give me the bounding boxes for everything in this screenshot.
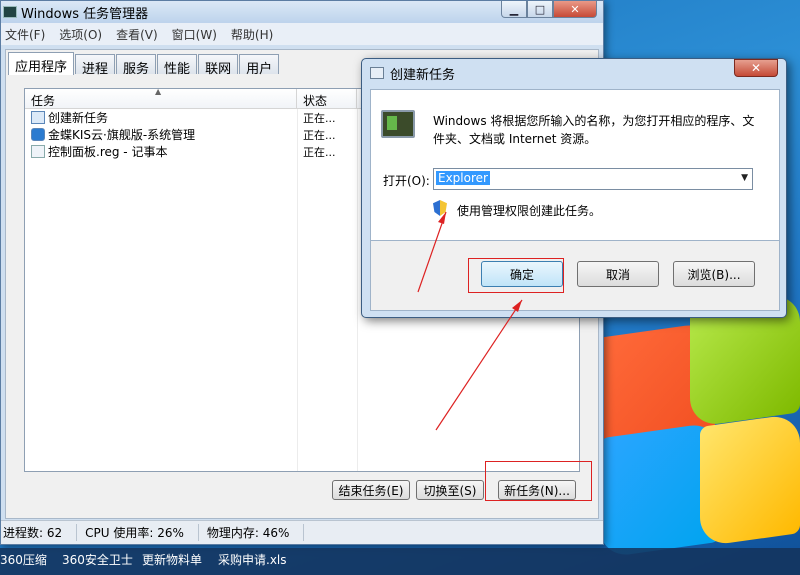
taskbar-item[interactable]: 采购申请.xls <box>218 551 287 568</box>
cpu-usage: CPU 使用率: 26% <box>83 524 199 541</box>
list-item-name: 金蝶KIS云·旗舰版-系统管理 <box>48 128 196 142</box>
menu-view[interactable]: 查看(V) <box>116 26 158 43</box>
run-dialog-icon <box>31 111 45 124</box>
column-task-label: 任务 <box>31 94 56 108</box>
caption-buttons: ▁ □ ✕ <box>501 1 597 18</box>
new-task-highlight <box>485 461 592 501</box>
open-label: 打开(O): <box>383 174 430 188</box>
browse-button[interactable]: 浏览(B)... <box>673 261 755 287</box>
list-item-name: 控制面板.reg - 记事本 <box>48 145 168 159</box>
maximize-button[interactable]: □ <box>527 1 553 18</box>
dialog-titlebar[interactable]: 创建新任务 <box>362 59 786 87</box>
tab-applications[interactable]: 应用程序 <box>8 52 75 75</box>
open-input-value[interactable]: Explorer <box>436 171 490 185</box>
column-task-header[interactable]: ▲ 任务 <box>25 87 297 108</box>
menu-bar: 文件(F) 选项(O) 查看(V) 窗口(W) 帮助(H) <box>1 23 603 45</box>
sort-arrow-icon: ▲ <box>155 87 162 96</box>
list-item-status: 正在... <box>303 145 336 159</box>
run-dialog-icon <box>370 67 384 79</box>
memory-usage: 物理内存: 46% <box>205 524 305 541</box>
open-combobox[interactable]: Explorer ▼ <box>433 168 753 190</box>
ok-button-highlight <box>468 258 564 293</box>
list-item-name: 创建新任务 <box>48 111 109 125</box>
dialog-title: 创建新任务 <box>390 67 456 83</box>
chevron-down-icon[interactable]: ▼ <box>741 173 748 183</box>
cancel-button[interactable]: 取消 <box>577 261 659 287</box>
column-divider <box>297 109 298 471</box>
tab-users[interactable]: 用户 <box>239 54 280 77</box>
taskbar-item[interactable]: 360安全卫士 <box>62 551 133 568</box>
tab-networking[interactable]: 联网 <box>198 54 239 77</box>
taskbar-item[interactable]: 更新物料单 <box>142 551 202 568</box>
column-status-header[interactable]: 状态 <box>297 89 357 108</box>
tab-strip: 应用程序 进程 服务 性能 联网 用户 <box>8 52 280 77</box>
list-item-status: 正在... <box>303 128 336 142</box>
column-divider <box>357 109 358 471</box>
kingdee-icon <box>31 128 45 141</box>
menu-file[interactable]: 文件(F) <box>5 26 45 43</box>
menu-options[interactable]: 选项(O) <box>59 26 102 43</box>
taskbar-item[interactable]: 360压缩 <box>0 551 47 568</box>
admin-privileges-text: 使用管理权限创建此任务。 <box>457 204 602 218</box>
run-program-icon <box>381 110 415 138</box>
close-button[interactable]: ✕ <box>553 1 597 18</box>
dialog-content: Windows 将根据您所输入的名称，为您打开相应的程序、文件夹、文档或 Int… <box>370 89 780 241</box>
dialog-description: Windows 将根据您所输入的名称，为您打开相应的程序、文件夹、文档或 Int… <box>433 114 755 146</box>
tab-performance[interactable]: 性能 <box>157 54 198 77</box>
status-bar: 进程数: 62 CPU 使用率: 26% 物理内存: 46% <box>1 520 603 544</box>
switch-to-button[interactable]: 切换至(S) <box>416 480 484 500</box>
process-count: 进程数: 62 <box>1 524 78 541</box>
dialog-footer: 确定 取消 浏览(B)... <box>370 241 780 311</box>
uac-shield-icon <box>433 200 447 216</box>
taskbar: 360压缩 360安全卫士 更新物料单 采购申请.xls <box>0 548 800 575</box>
list-item-status: 正在... <box>303 111 336 125</box>
notepad-icon <box>31 145 45 158</box>
dialog-close-button[interactable]: ✕ <box>734 59 778 77</box>
logo-pane-yellow <box>700 412 800 548</box>
tab-processes[interactable]: 进程 <box>75 54 116 77</box>
create-new-task-dialog: 创建新任务 ✕ Windows 将根据您所输入的名称，为您打开相应的程序、文件夹… <box>361 58 787 318</box>
task-manager-title: Windows 任务管理器 <box>21 6 149 22</box>
minimize-button[interactable]: ▁ <box>501 1 527 18</box>
menu-help[interactable]: 帮助(H) <box>231 26 273 43</box>
tab-services[interactable]: 服务 <box>116 54 157 77</box>
menu-window[interactable]: 窗口(W) <box>172 26 217 43</box>
task-manager-icon <box>3 6 17 18</box>
column-status-label: 状态 <box>303 94 328 108</box>
end-task-button[interactable]: 结束任务(E) <box>332 480 410 500</box>
